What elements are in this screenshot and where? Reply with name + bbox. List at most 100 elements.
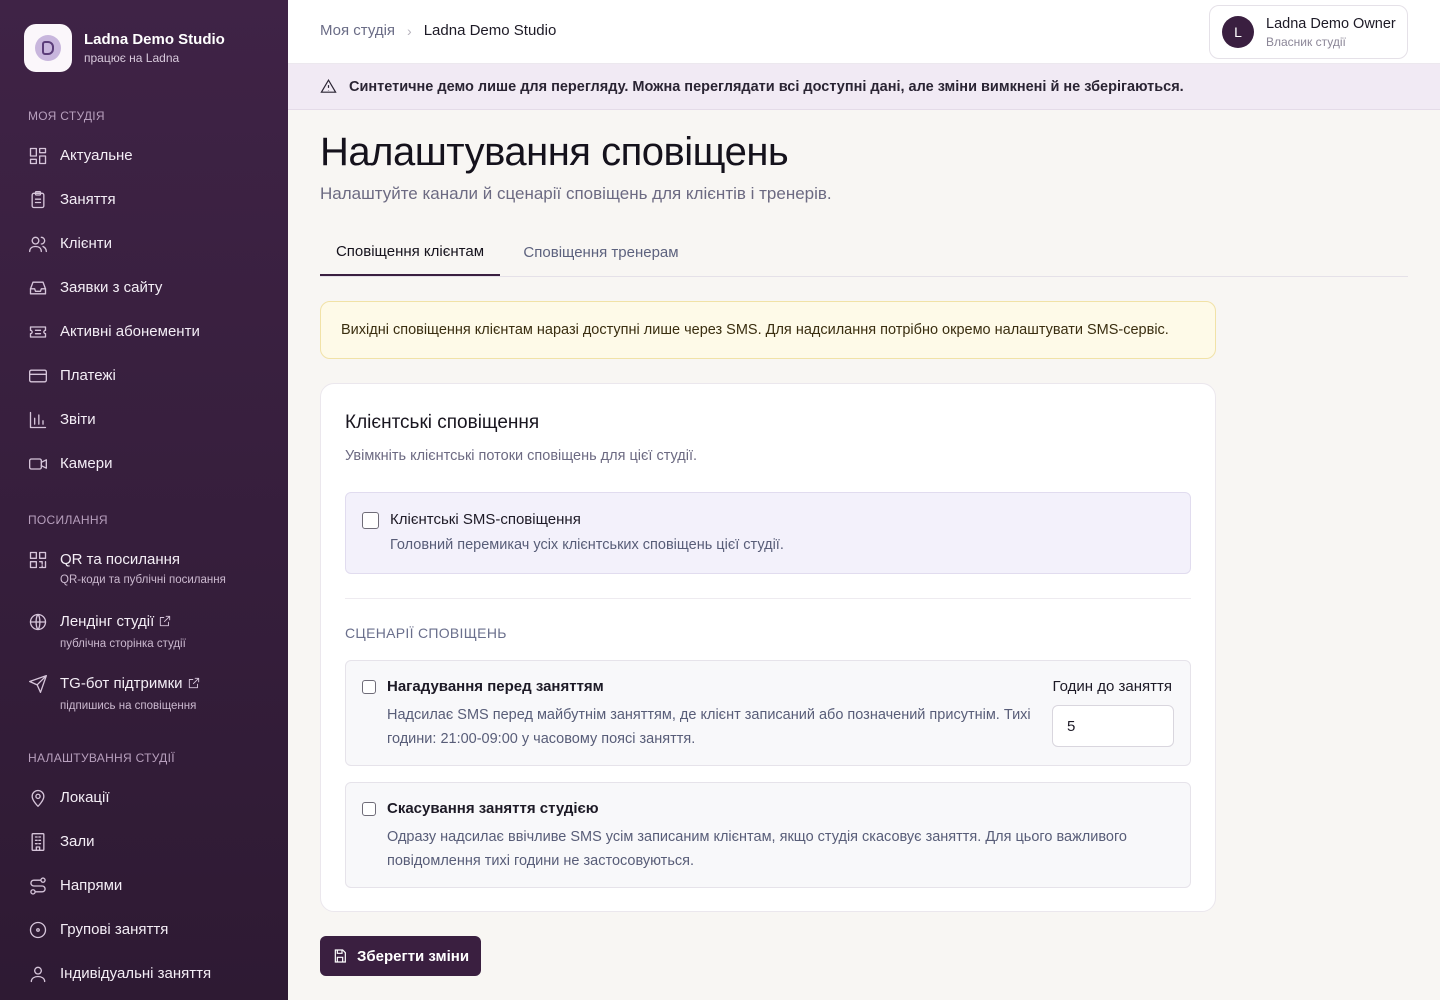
breadcrumb-link[interactable]: Моя студія [320, 22, 395, 39]
section-label-studio-settings: НАЛАШТУВАННЯ СТУДІЇ [28, 751, 175, 765]
scenario-title: Скасування заняття студією [387, 800, 599, 817]
scenario-cancellation-checkbox[interactable] [362, 802, 376, 816]
sidebar-item-payments[interactable]: Платежі [28, 366, 116, 386]
hours-before-label: Годин до заняття [1052, 678, 1172, 695]
scenario-description-line: повідомлення тихі години не застосовують… [387, 853, 695, 869]
client-notifications-card: Клієнтські сповіщення Увімкніть клієнтсь… [320, 383, 1216, 912]
scenario-description-line: години: 21:00-09:00 у часовому поясі зан… [387, 731, 696, 747]
building-icon [31, 833, 45, 851]
sidebar-item-label: Локації [60, 789, 110, 806]
studio-logo-icon [24, 24, 72, 72]
user-role: Власник студії [1266, 34, 1346, 49]
scenarios-caption: СЦЕНАРІЇ СПОВІЩЕНЬ [345, 625, 507, 641]
user-icon [30, 966, 46, 983]
page-title: Налаштування сповіщень [320, 130, 789, 174]
section-label-my-studio: МОЯ СТУДІЯ [28, 109, 105, 123]
sidebar-item-label: Заявки з сайту [60, 279, 163, 296]
user-menu[interactable]: L Ladna Demo Owner Власник студії [1209, 5, 1408, 59]
page-subtitle: Налаштуйте канали й сценарії сповіщень д… [320, 184, 832, 203]
sidebar-item-label: Напрями [60, 877, 123, 894]
hours-before-input[interactable] [1052, 705, 1174, 747]
demo-banner: Синтетичне демо лише для перегляду. Можн… [288, 64, 1440, 110]
users-icon [29, 236, 47, 253]
sidebar-item-label: Активні абонементи [60, 323, 200, 340]
sidebar-item-classes[interactable]: Заняття [28, 190, 116, 210]
send-icon [29, 675, 47, 693]
scenario-title: Нагадування перед заняттям [387, 678, 604, 695]
demo-banner-text: Синтетичне демо лише для перегляду. Можн… [349, 78, 1184, 95]
sidebar-item-label: Актуальне [60, 147, 133, 164]
sidebar-item-site-requests[interactable]: Заявки з сайту [28, 278, 162, 298]
section-label-links: ПОСИЛАННЯ [28, 513, 108, 527]
scenario-cancellation: Скасування заняття студією Одразу надсил… [345, 782, 1191, 888]
sidebar-item-current[interactable]: Актуальне [28, 146, 133, 166]
globe-icon [29, 613, 47, 631]
sidebar-item-label: TG-бот підтримки [60, 675, 183, 692]
sidebar-item-label: Звіти [60, 411, 96, 428]
ticket-icon [29, 326, 47, 338]
card-title: Клієнтські сповіщення [345, 412, 540, 433]
sidebar-item-locations[interactable]: Локації [28, 788, 110, 808]
user-name: Ladna Demo Owner [1266, 15, 1396, 32]
studio-subtitle: працює на Ladna [84, 51, 180, 65]
scenario-description-line: Надсилає SMS перед майбутнім заняттям, д… [387, 707, 1031, 723]
sidebar-item-individual-classes[interactable]: Індивідуальні заняття [28, 964, 211, 984]
save-button-label: Зберегти зміни [356, 947, 470, 965]
map-pin-icon [31, 789, 45, 807]
sidebar-item-label: Лендінг студії [60, 613, 155, 630]
scenario-description: Надсилає SMS перед майбутнім заняттям, д… [387, 703, 1037, 751]
save-button[interactable]: Зберегти зміни [320, 936, 481, 976]
sidebar-item-label: Клієнти [60, 235, 113, 252]
sidebar-item-label: QR та посилання [60, 551, 181, 568]
avatar: L [1222, 16, 1254, 48]
sidebar-item-label: Групові заняття [60, 921, 169, 938]
sidebar-item-reports[interactable]: Звіти [28, 410, 96, 430]
scenario-description: Одразу надсилає ввічливе SMS усім записа… [387, 825, 1177, 873]
tab-client-notifications[interactable]: Сповіщення клієнтам [320, 228, 500, 276]
clipboard-icon [31, 191, 45, 209]
route-icon [30, 877, 46, 895]
sidebar-item-tg-bot[interactable]: TG-бот підтримки підпишись на сповіщення [28, 674, 201, 714]
save-icon [334, 949, 346, 963]
credit-card-icon [29, 369, 47, 383]
sidebar-item-memberships[interactable]: Активні абонементи [28, 322, 200, 342]
sidebar-item-sublabel: публічна сторінка студії [60, 638, 186, 650]
sidebar-item-label: Камери [60, 455, 113, 472]
sidebar-item-qr-links[interactable]: QR та посилання QR-коди та публічні посил… [28, 550, 226, 588]
chevron-right-icon: › [407, 22, 412, 39]
sidebar-item-clients[interactable]: Клієнти [28, 234, 112, 254]
top-bar: Моя студія › Ladna Demo Studio L Ladna D… [288, 0, 1440, 64]
sidebar-item-label: Заняття [60, 191, 116, 208]
sidebar-item-group-classes[interactable]: Групові заняття [28, 920, 168, 940]
inbox-icon [29, 281, 47, 295]
master-sms-description: Головний перемикач усіх клієнтських спов… [390, 537, 784, 553]
sidebar-item-landing[interactable]: Лендінг студії публічна сторінка студії [28, 612, 186, 652]
breadcrumb: Моя студія › Ladna Demo Studio [320, 22, 556, 39]
sidebar-item-cameras[interactable]: Камери [28, 454, 112, 474]
sidebar-item-sublabel: QR-коди та публічні посилання [60, 574, 226, 586]
master-sms-title: Клієнтські SMS-сповіщення [390, 511, 581, 528]
warning-icon [320, 78, 337, 93]
qr-icon [29, 551, 47, 569]
bar-chart-icon [29, 411, 47, 429]
external-link-icon [187, 676, 201, 696]
sidebar-item-label: Платежі [60, 367, 116, 384]
scenario-reminder-checkbox[interactable] [362, 680, 376, 694]
brand[interactable]: Ladna Demo Studio працює на Ladna [24, 24, 225, 72]
tab-trainer-notifications[interactable]: Сповіщення тренерам [508, 228, 694, 276]
sidebar-item-label: Зали [60, 833, 95, 850]
sidebar-item-directions[interactable]: Напрями [28, 876, 122, 896]
tab-bar: Сповіщення клієнтам Сповіщення тренерам [320, 228, 1408, 277]
studio-name: Ladna Demo Studio [84, 31, 225, 48]
master-sms-checkbox[interactable] [362, 512, 379, 529]
card-subtitle: Увімкніть клієнтські потоки сповіщень дл… [345, 448, 698, 464]
sidebar-item-halls[interactable]: Зали [28, 832, 95, 852]
sidebar-item-label: Індивідуальні заняття [60, 965, 212, 982]
sidebar: Ladna Demo Studio працює на Ladna МОЯ СТ… [0, 0, 288, 1000]
sidebar-item-sublabel: підпишись на сповіщення [60, 700, 197, 712]
divider [345, 598, 1191, 599]
sms-info-note: Вихідні сповіщення клієнтам наразі досту… [320, 301, 1216, 359]
circle-icon [29, 921, 47, 939]
sms-info-note-text: Вихідні сповіщення клієнтам наразі досту… [341, 322, 1169, 338]
master-sms-toggle: Клієнтські SMS-сповіщення Головний перем… [345, 492, 1191, 574]
